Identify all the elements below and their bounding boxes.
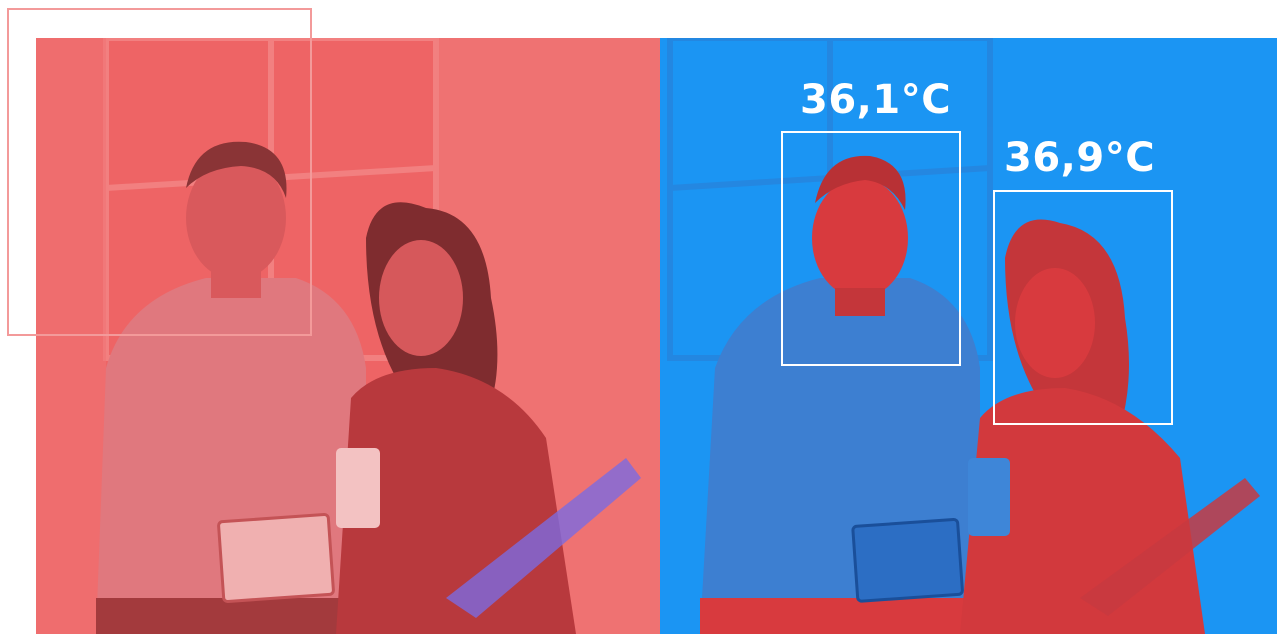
coffee-cup — [336, 448, 380, 528]
tablet-device — [217, 513, 335, 603]
temperature-reading-2: 36,9°C — [1004, 135, 1156, 181]
office-photo-red — [36, 38, 660, 634]
thermal-panel-blue — [660, 38, 1277, 634]
temperature-reading-1: 36,1°C — [800, 77, 952, 123]
face-detection-box-1 — [781, 131, 961, 366]
face-detection-box-2 — [993, 190, 1173, 425]
thermal-camera-view — [667, 38, 1260, 634]
photo-panel-red — [36, 38, 660, 634]
thermal-comparison-stage: 36,1°C 36,9°C — [0, 0, 1277, 634]
